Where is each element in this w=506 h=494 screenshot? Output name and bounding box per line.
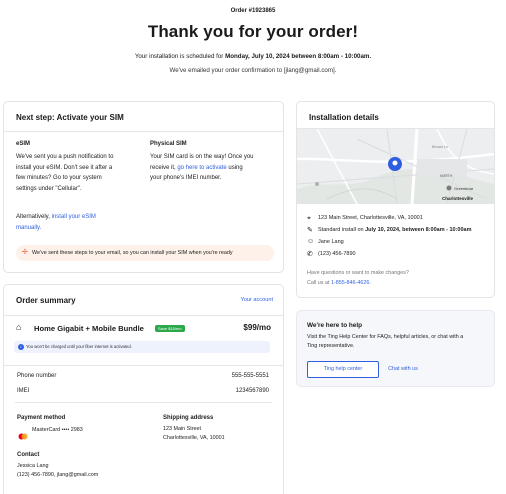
next-step-heading: Next step: Activate your SIM — [16, 113, 124, 122]
help-card: We're here to help Visit the Ting Help C… — [296, 310, 495, 387]
notice-text: We've sent these steps to your email, so… — [32, 250, 233, 256]
location-pin-icon: ⌖ — [307, 215, 311, 222]
esim-alt-prefix: Alternatively, — [16, 214, 52, 220]
installation-card: Installation details Birnam Ln NORTH Gre… — [296, 101, 495, 298]
schedule-prefix: Your installation is scheduled for — [134, 53, 226, 60]
help-line: Visit the Ting Help Center for FAQs, hel… — [307, 334, 464, 340]
shipping-line: 123 Main Street — [163, 426, 202, 432]
install-contact-name: Jane Lang — [318, 239, 344, 245]
phone-number-label: Phone number — [17, 373, 57, 379]
questions-text: Have questions or want to make changes? — [307, 270, 409, 276]
divider — [4, 131, 283, 132]
esim-line: install your eSIM. Don't see it after a — [16, 164, 113, 171]
call-prefix: Call us at — [307, 280, 331, 286]
map-label-greenbriar: Greenbriar — [454, 186, 474, 191]
email-steps-notice: ✢ We've sent these steps to your email, … — [16, 245, 274, 261]
user-icon: ☺ — [307, 238, 315, 245]
save-badge: Save $15/mo — [155, 325, 185, 332]
physical-prefix: receive it, — [150, 164, 178, 171]
bundle-icon: ⌂ — [16, 322, 22, 332]
map-label-north: NORTH — [440, 174, 453, 178]
install-address: 123 Main Street, Charlottesville, VA, 10… — [318, 215, 423, 221]
esim-alternative: Alternatively, install your eSIM manuall… — [16, 212, 141, 233]
physical-sim-title: Physical SIM — [150, 141, 187, 147]
email-confirmation: We've emailed your order confirmation to… — [169, 67, 337, 74]
install-contact-phone: (123) 456-7890 — [318, 251, 356, 257]
divider — [15, 402, 272, 403]
physical-line: Your SIM card is on the way! Once you — [150, 154, 254, 160]
next-step-card: Next step: Activate your SIM eSIM We've … — [3, 101, 284, 273]
imei-value: 1234567890 — [235, 388, 269, 394]
order-summary-heading: Order summary — [16, 296, 76, 305]
mastercard-icon — [18, 427, 28, 445]
map-graphic — [297, 129, 494, 204]
divider — [3, 365, 284, 366]
plan-name: Home Gigabit + Mobile Bundle — [34, 324, 144, 333]
esim-title: eSIM — [16, 141, 31, 147]
billing-info-text: You won't be charged until your fiber in… — [26, 344, 132, 349]
esim-line: settings under "Cellular". — [16, 185, 82, 192]
esim-line: few minutes? Go to your system — [16, 175, 102, 181]
contact-details: (123) 456-7890, jlang@gmail.com — [17, 472, 99, 478]
help-line: Ting representative. — [307, 343, 355, 349]
help-heading: We're here to help — [307, 322, 363, 329]
physical-line: your phone's IMEI number. — [150, 175, 222, 181]
install-time: Standard install on July 10, 2024, betwe… — [318, 225, 472, 236]
map-label-charlottesville: Charlottesville — [442, 196, 474, 201]
your-account-link[interactable]: Your account — [241, 297, 273, 303]
billing-info-bar: i You won't be charged until your fiber … — [14, 341, 270, 353]
chat-button[interactable]: Chat with us — [383, 361, 423, 378]
map-label-lane: Birnam Ln — [432, 145, 448, 149]
schedule-date: Monday, July 10, 2024 between 8:00am - 1… — [225, 53, 372, 60]
payment-method-value: MasterCard •••• 2983 — [32, 427, 83, 433]
activate-sim-link[interactable]: go here to activate — [177, 165, 226, 171]
shipping-address-title: Shipping address — [163, 415, 214, 421]
installation-schedule: Your installation is scheduled for Monda… — [0, 53, 506, 60]
contact-info: Jessica Lang (123) 456-7890, jlang@gmail… — [17, 462, 98, 480]
physical-sim-description: Your SIM card is on the way! Once you re… — [150, 152, 280, 184]
imei-label: IMEI — [17, 388, 30, 394]
phone-icon: ✆ — [307, 251, 313, 258]
divider — [4, 315, 283, 316]
warning-icon: ✢ — [22, 249, 28, 256]
phone-number-value: 555-555-5551 — [231, 373, 269, 379]
support-phone-link[interactable]: 1-855-846-4626. — [331, 280, 371, 286]
esim-description: We've sent you a push notification to in… — [16, 152, 141, 194]
contact-title: Contact — [17, 452, 40, 458]
wrench-icon: ✎ — [307, 227, 313, 234]
shipping-address: 123 Main Street Charlottesville, VA, 100… — [163, 425, 225, 443]
install-esim-link[interactable]: install your eSIM — [52, 214, 96, 220]
contact-name: Jessica Lang — [17, 463, 49, 469]
plan-price: $99/mo — [243, 323, 271, 332]
order-number: Order #1923865 — [230, 8, 276, 14]
payment-method-title: Payment method — [17, 415, 66, 421]
installation-heading: Installation details — [309, 113, 379, 122]
esim-line: We've sent you a push notification to — [16, 154, 114, 160]
help-center-button[interactable]: Ting help center — [307, 361, 379, 378]
map[interactable]: Birnam Ln NORTH Greenbriar Charlottesvil… — [297, 129, 494, 204]
install-esim-link-cont[interactable]: manually. — [16, 225, 41, 231]
shipping-line: Charlottesville, VA, 10001 — [163, 435, 225, 441]
install-prefix: Standard install on — [318, 227, 366, 233]
call-us: Call us at 1-855-846-4626. — [307, 278, 371, 289]
install-date: July 10, 2024, between 8:00am - 10:00am — [365, 227, 472, 233]
page-title: Thank you for your order! — [147, 22, 359, 41]
info-icon: i — [18, 344, 24, 350]
physical-suffix: using — [226, 164, 243, 171]
help-text: Visit the Ting Help Center for FAQs, hel… — [307, 333, 492, 351]
